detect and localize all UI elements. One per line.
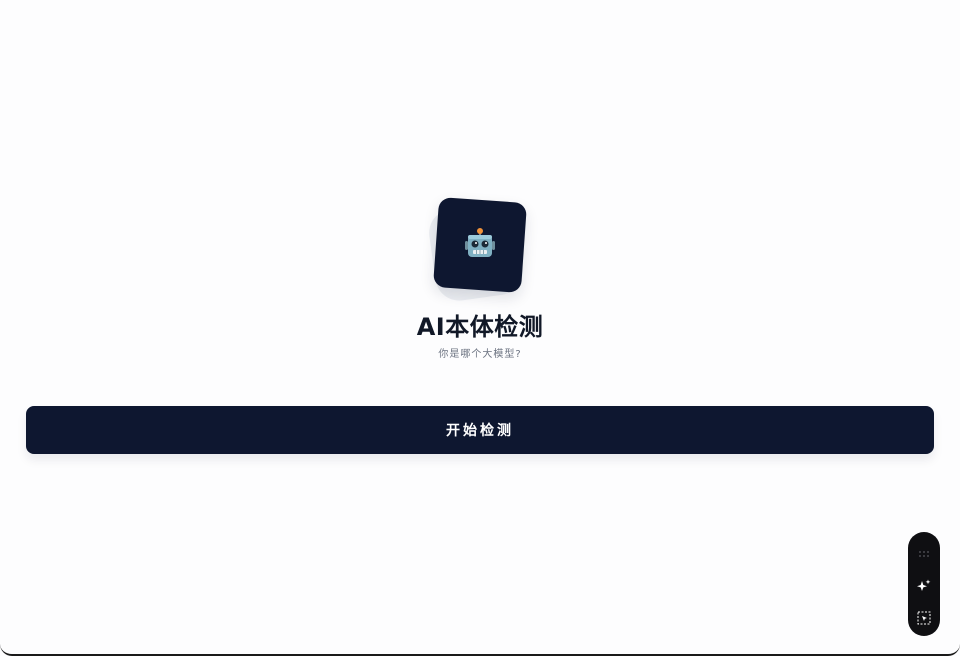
toolbar-select-button[interactable]	[914, 608, 934, 628]
drag-handle-icon	[919, 551, 929, 557]
floating-toolbar	[908, 532, 940, 636]
robot-icon	[465, 228, 495, 257]
toolbar-drag-handle[interactable]	[914, 544, 934, 564]
start-detection-button[interactable]: 开始检测	[26, 406, 934, 454]
page-title: AI本体检测	[416, 313, 544, 341]
select-cursor-icon	[917, 611, 931, 625]
app-icon-wrapper	[426, 192, 530, 304]
hero-section: AI本体检测 你是哪个大模型?	[0, 192, 960, 362]
page-subtitle: 你是哪个大模型?	[438, 349, 522, 360]
app-icon	[432, 197, 528, 293]
toolbar-ai-button[interactable]	[914, 576, 934, 596]
sparkle-icon	[917, 579, 931, 591]
